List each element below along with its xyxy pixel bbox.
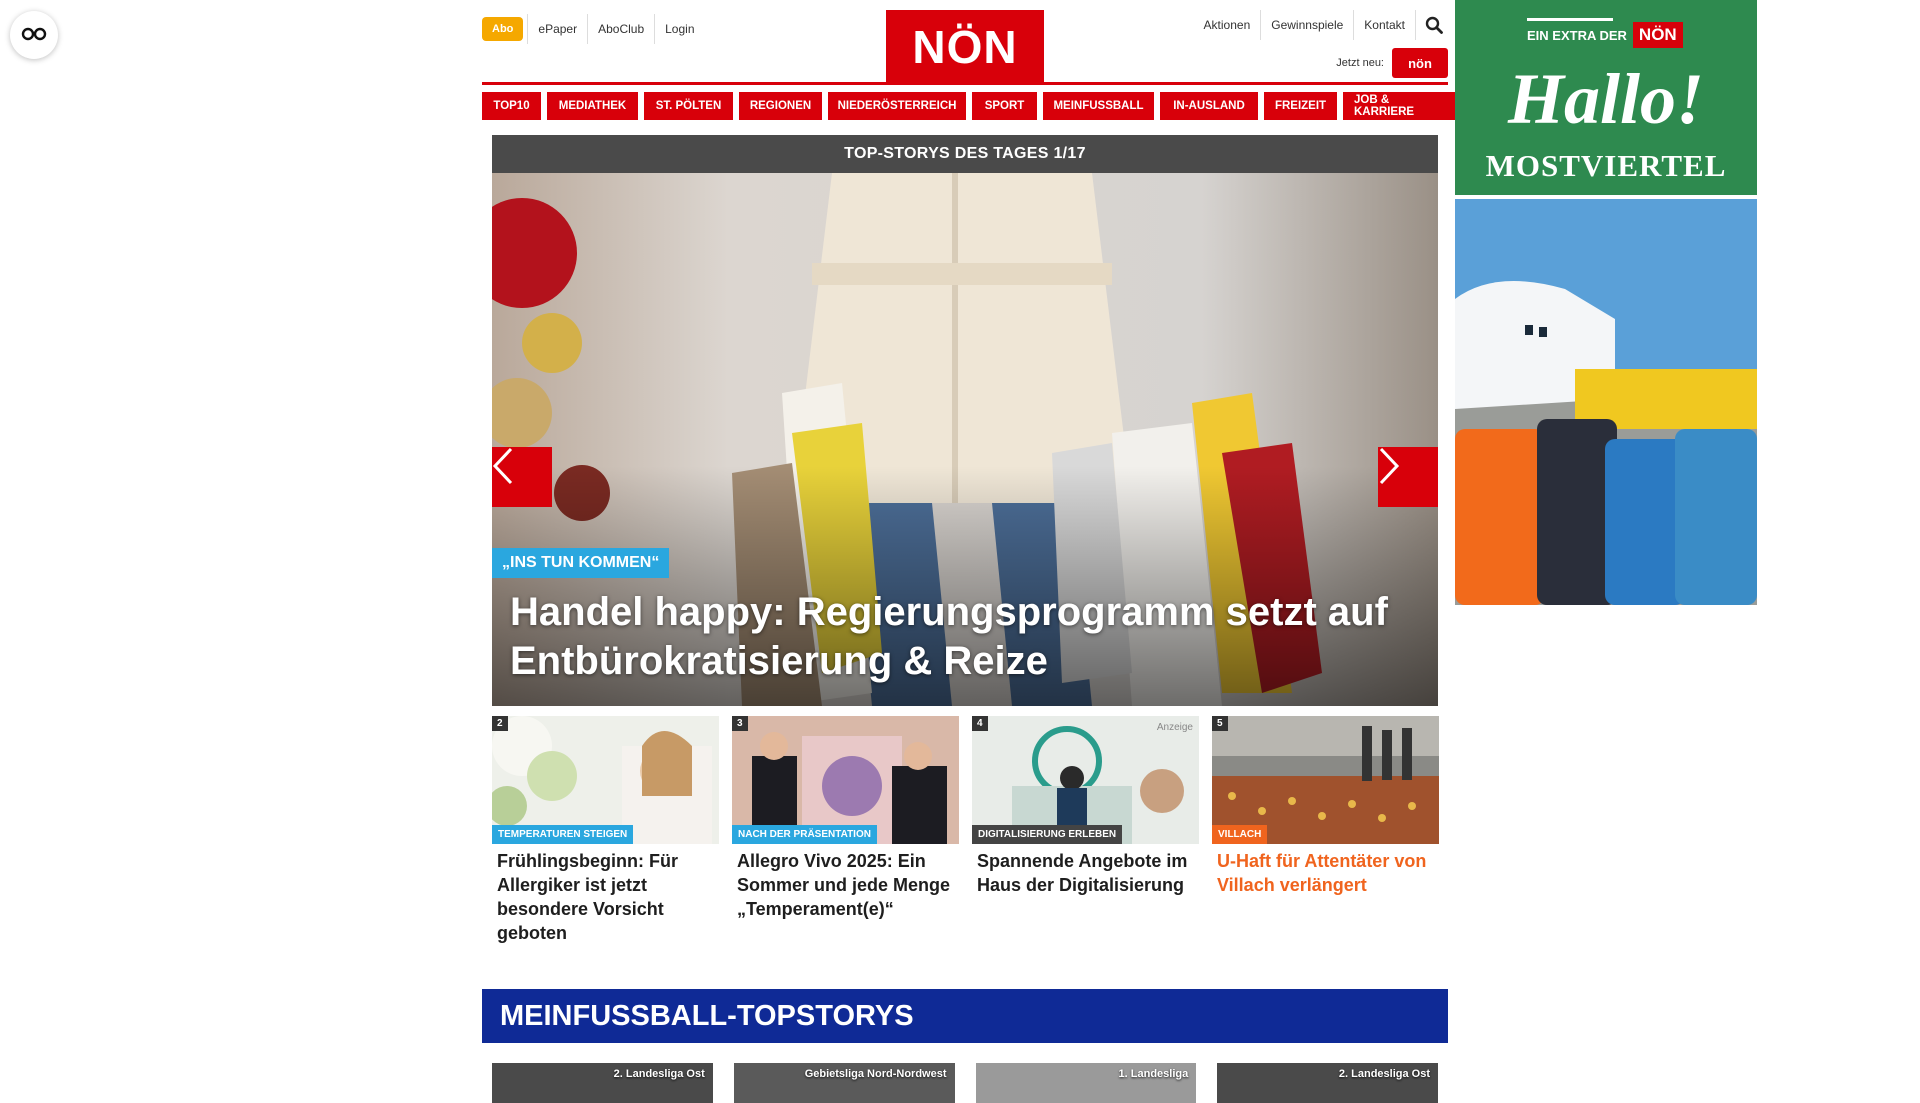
cat-sport[interactable]: SPORT [972, 92, 1037, 120]
cat-in-ausland[interactable]: IN-AUSLAND [1160, 92, 1258, 120]
search-icon[interactable] [1420, 11, 1448, 39]
teaser-title[interactable]: Frühlingsbeginn: Für Allergiker ist jetz… [492, 844, 719, 945]
epaper-link[interactable]: ePaper [527, 14, 587, 44]
top-story-slider: TOP-STORYS DES TAGES 1/17 „INS TUN KOMME… [492, 135, 1438, 706]
teaser-title[interactable]: Allegro Vivo 2025: Ein Sommer und jede M… [732, 844, 959, 921]
cat-niederoesterreich[interactable]: NIEDERÖSTERREICH [828, 92, 966, 120]
fussball-card[interactable]: 1. Landesliga [975, 1063, 1197, 1103]
cat-top10[interactable]: TOP10 [482, 92, 541, 120]
teaser-number: 3 [732, 716, 748, 731]
fussball-league: 1. Landesliga [1118, 1068, 1189, 1080]
teaser-card[interactable]: Anzeige 4 DIGITALISIERUNG ERLEBEN Spanne… [972, 716, 1199, 945]
teaser-title[interactable]: U-Haft für Attentäter von Villach verlän… [1212, 844, 1439, 897]
fussball-league: 2. Landesliga Ost [613, 1068, 705, 1080]
abo-button[interactable]: Abo [482, 17, 524, 41]
advertisement[interactable]: EIN EXTRA DER NÖN Hallo! MOSTVIERTEL [1455, 0, 1757, 605]
cat-meinfussball[interactable]: MEINFUSSBALL [1043, 92, 1154, 120]
teaser-image: Anzeige 4 DIGITALISIERUNG ERLEBEN [972, 716, 1199, 844]
teaser-card[interactable]: 5 VILLACH U-Haft für Attentäter von Vill… [1212, 716, 1439, 945]
ad-extra-label: EIN EXTRA DER [1527, 27, 1627, 43]
fussball-card[interactable]: 2. Landesliga Ost [1217, 1063, 1438, 1103]
teaser-title[interactable]: Spannende Angebote im Haus der Digitalis… [972, 844, 1199, 897]
login-link[interactable]: Login [654, 14, 704, 44]
slider-title: TOP-STORYS DES TAGES 1/17 [492, 135, 1438, 173]
aboclub-link[interactable]: AboClub [587, 14, 654, 44]
jetzt-neu: Jetzt neu: nön [1336, 48, 1448, 78]
teaser-card[interactable]: 3 NACH DER PRÄSENTATION Allegro Vivo 202… [732, 716, 959, 945]
anzeige-label: Anzeige [1156, 722, 1193, 733]
teaser-image: 2 TEMPERATUREN STEIGEN [492, 716, 719, 844]
teaser-number: 2 [492, 716, 508, 731]
next-slide-button[interactable] [1378, 447, 1438, 507]
hero-story[interactable]: „INS TUN KOMMEN“ Handel happy: Regierung… [492, 173, 1438, 706]
meinfussball-row: 2. Landesliga Ost Gebietsliga Nord-Nordw… [492, 1063, 1438, 1103]
ad-logo: NÖN [1632, 22, 1683, 48]
fussball-league: Gebietsliga Nord-Nordwest [804, 1068, 947, 1080]
right-nav: Aktionen Gewinnspiele Kontakt [1194, 10, 1448, 40]
cat-freizeit[interactable]: FREIZEIT [1264, 92, 1337, 120]
teaser-tag: VILLACH [1212, 825, 1268, 844]
page-content: Abo ePaper AboClub Login NÖN Aktionen Ge… [482, 0, 1462, 1103]
glasses-icon [21, 26, 47, 45]
prev-slide-button[interactable] [492, 447, 552, 507]
teaser-tag: DIGITALISIERUNG ERLEBEN [972, 825, 1123, 844]
fussball-league: 2. Landesliga Ost [1338, 1068, 1430, 1080]
teaser-number: 4 [972, 716, 988, 731]
fussball-card[interactable]: 2. Landesliga Ost [492, 1063, 713, 1103]
site-logo[interactable]: NÖN [886, 10, 1044, 83]
cat-mediathek[interactable]: MEDIATHEK [547, 92, 638, 120]
jetzt-neu-label: Jetzt neu: [1336, 57, 1384, 69]
teaser-image: 3 NACH DER PRÄSENTATION [732, 716, 959, 844]
ad-image [1455, 199, 1757, 605]
kontakt-link[interactable]: Kontakt [1354, 10, 1416, 40]
ad-banner: EIN EXTRA DER NÖN Hallo! MOSTVIERTEL [1455, 0, 1757, 195]
teaser-row: 2 TEMPERATUREN STEIGEN Frühlingsbeginn: … [492, 716, 1439, 945]
gewinnspiele-link[interactable]: Gewinnspiele [1261, 10, 1355, 40]
top-nav: Abo ePaper AboClub Login [482, 14, 705, 44]
reader-mode-button[interactable] [10, 11, 58, 59]
ad-headline: Hallo! [1507, 59, 1705, 139]
meinfussball-header[interactable]: MEINFUSSBALL-TOPSTORYS [482, 989, 1448, 1043]
cat-regionen[interactable]: REGIONEN [739, 92, 822, 120]
teaser-tag: NACH DER PRÄSENTATION [732, 825, 877, 844]
category-nav: TOP10 MEDIATHEK ST. PÖLTEN REGIONEN NIED… [482, 92, 1462, 120]
teaser-number: 5 [1212, 716, 1228, 731]
cat-job-karriere[interactable]: JOB & KARRIERE [1343, 92, 1462, 120]
teaser-image: 5 VILLACH [1212, 716, 1439, 844]
ad-subline: MOSTVIERTEL [1485, 148, 1727, 183]
aktionen-link[interactable]: Aktionen [1194, 10, 1262, 40]
jetzt-neu-badge[interactable]: nön [1392, 48, 1448, 78]
fussball-card[interactable]: Gebietsliga Nord-Nordwest [733, 1063, 955, 1103]
hero-title[interactable]: Handel happy: Regierungsprogramm setzt a… [510, 588, 1420, 686]
ad-extra: EIN EXTRA DER NÖN [1527, 22, 1683, 48]
cat-st-poelten[interactable]: ST. PÖLTEN [644, 92, 733, 120]
hero-tag: „INS TUN KOMMEN“ [492, 548, 670, 578]
teaser-tag: TEMPERATUREN STEIGEN [492, 825, 634, 844]
teaser-card[interactable]: 2 TEMPERATUREN STEIGEN Frühlingsbeginn: … [492, 716, 719, 945]
site-header: Abo ePaper AboClub Login NÖN Aktionen Ge… [482, 0, 1448, 83]
